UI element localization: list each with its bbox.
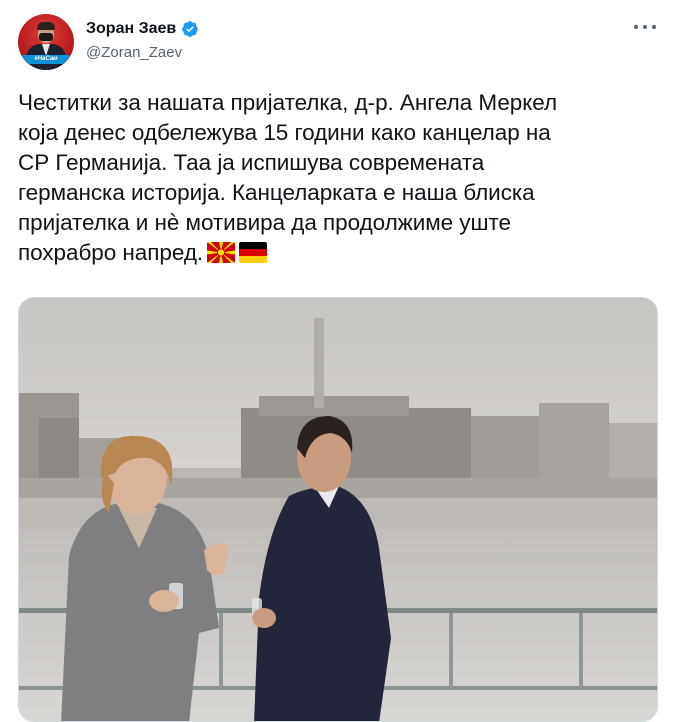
author-handle[interactable]: @Zoran_Zaev: [86, 44, 182, 61]
tweet-text-line: германска историја. Канцеларката е наша …: [18, 180, 535, 205]
flag-germany-icon: [239, 242, 268, 263]
tweet-photo[interactable]: [18, 297, 658, 722]
avatar-mask: [39, 33, 53, 41]
tweet-text-line: Честитки за нашата пријателка, д-р. Анге…: [18, 90, 558, 115]
tweet-text: Честитки за нашата пријателка, д-р. Анге…: [18, 88, 658, 268]
tweet-text-last-line: похрабро напред.: [18, 238, 658, 268]
tweet-text-line: која денес одбележува 15 години како кан…: [18, 120, 551, 145]
tweet-text-line: пријателка и нè мотивира да продолжиме у…: [18, 210, 511, 235]
author-avatar[interactable]: #НаСам: [18, 14, 74, 70]
dot-icon: [643, 25, 647, 29]
flag-north-macedonia-icon: [207, 242, 236, 263]
verified-badge-icon: [182, 21, 199, 37]
dot-icon: [652, 25, 656, 29]
tweet-text-line: похрабро напред.: [18, 240, 204, 265]
tweet-text-line: СР Германија. Таа ја испишува современат…: [18, 150, 485, 175]
avatar-banner-text: #НаСам: [22, 55, 70, 64]
photo-two-people-on-balcony-icon: [19, 298, 657, 721]
author-display-name[interactable]: Зоран Заев: [86, 20, 176, 38]
avatar-hair: [37, 22, 55, 30]
dot-icon: [634, 25, 638, 29]
author-name-row: Зоран Заев: [86, 20, 199, 38]
more-options-icon[interactable]: [634, 20, 656, 34]
tweet-card: #НаСам Зоран Заев @Zoran_Zaev Честитки з…: [0, 0, 676, 722]
